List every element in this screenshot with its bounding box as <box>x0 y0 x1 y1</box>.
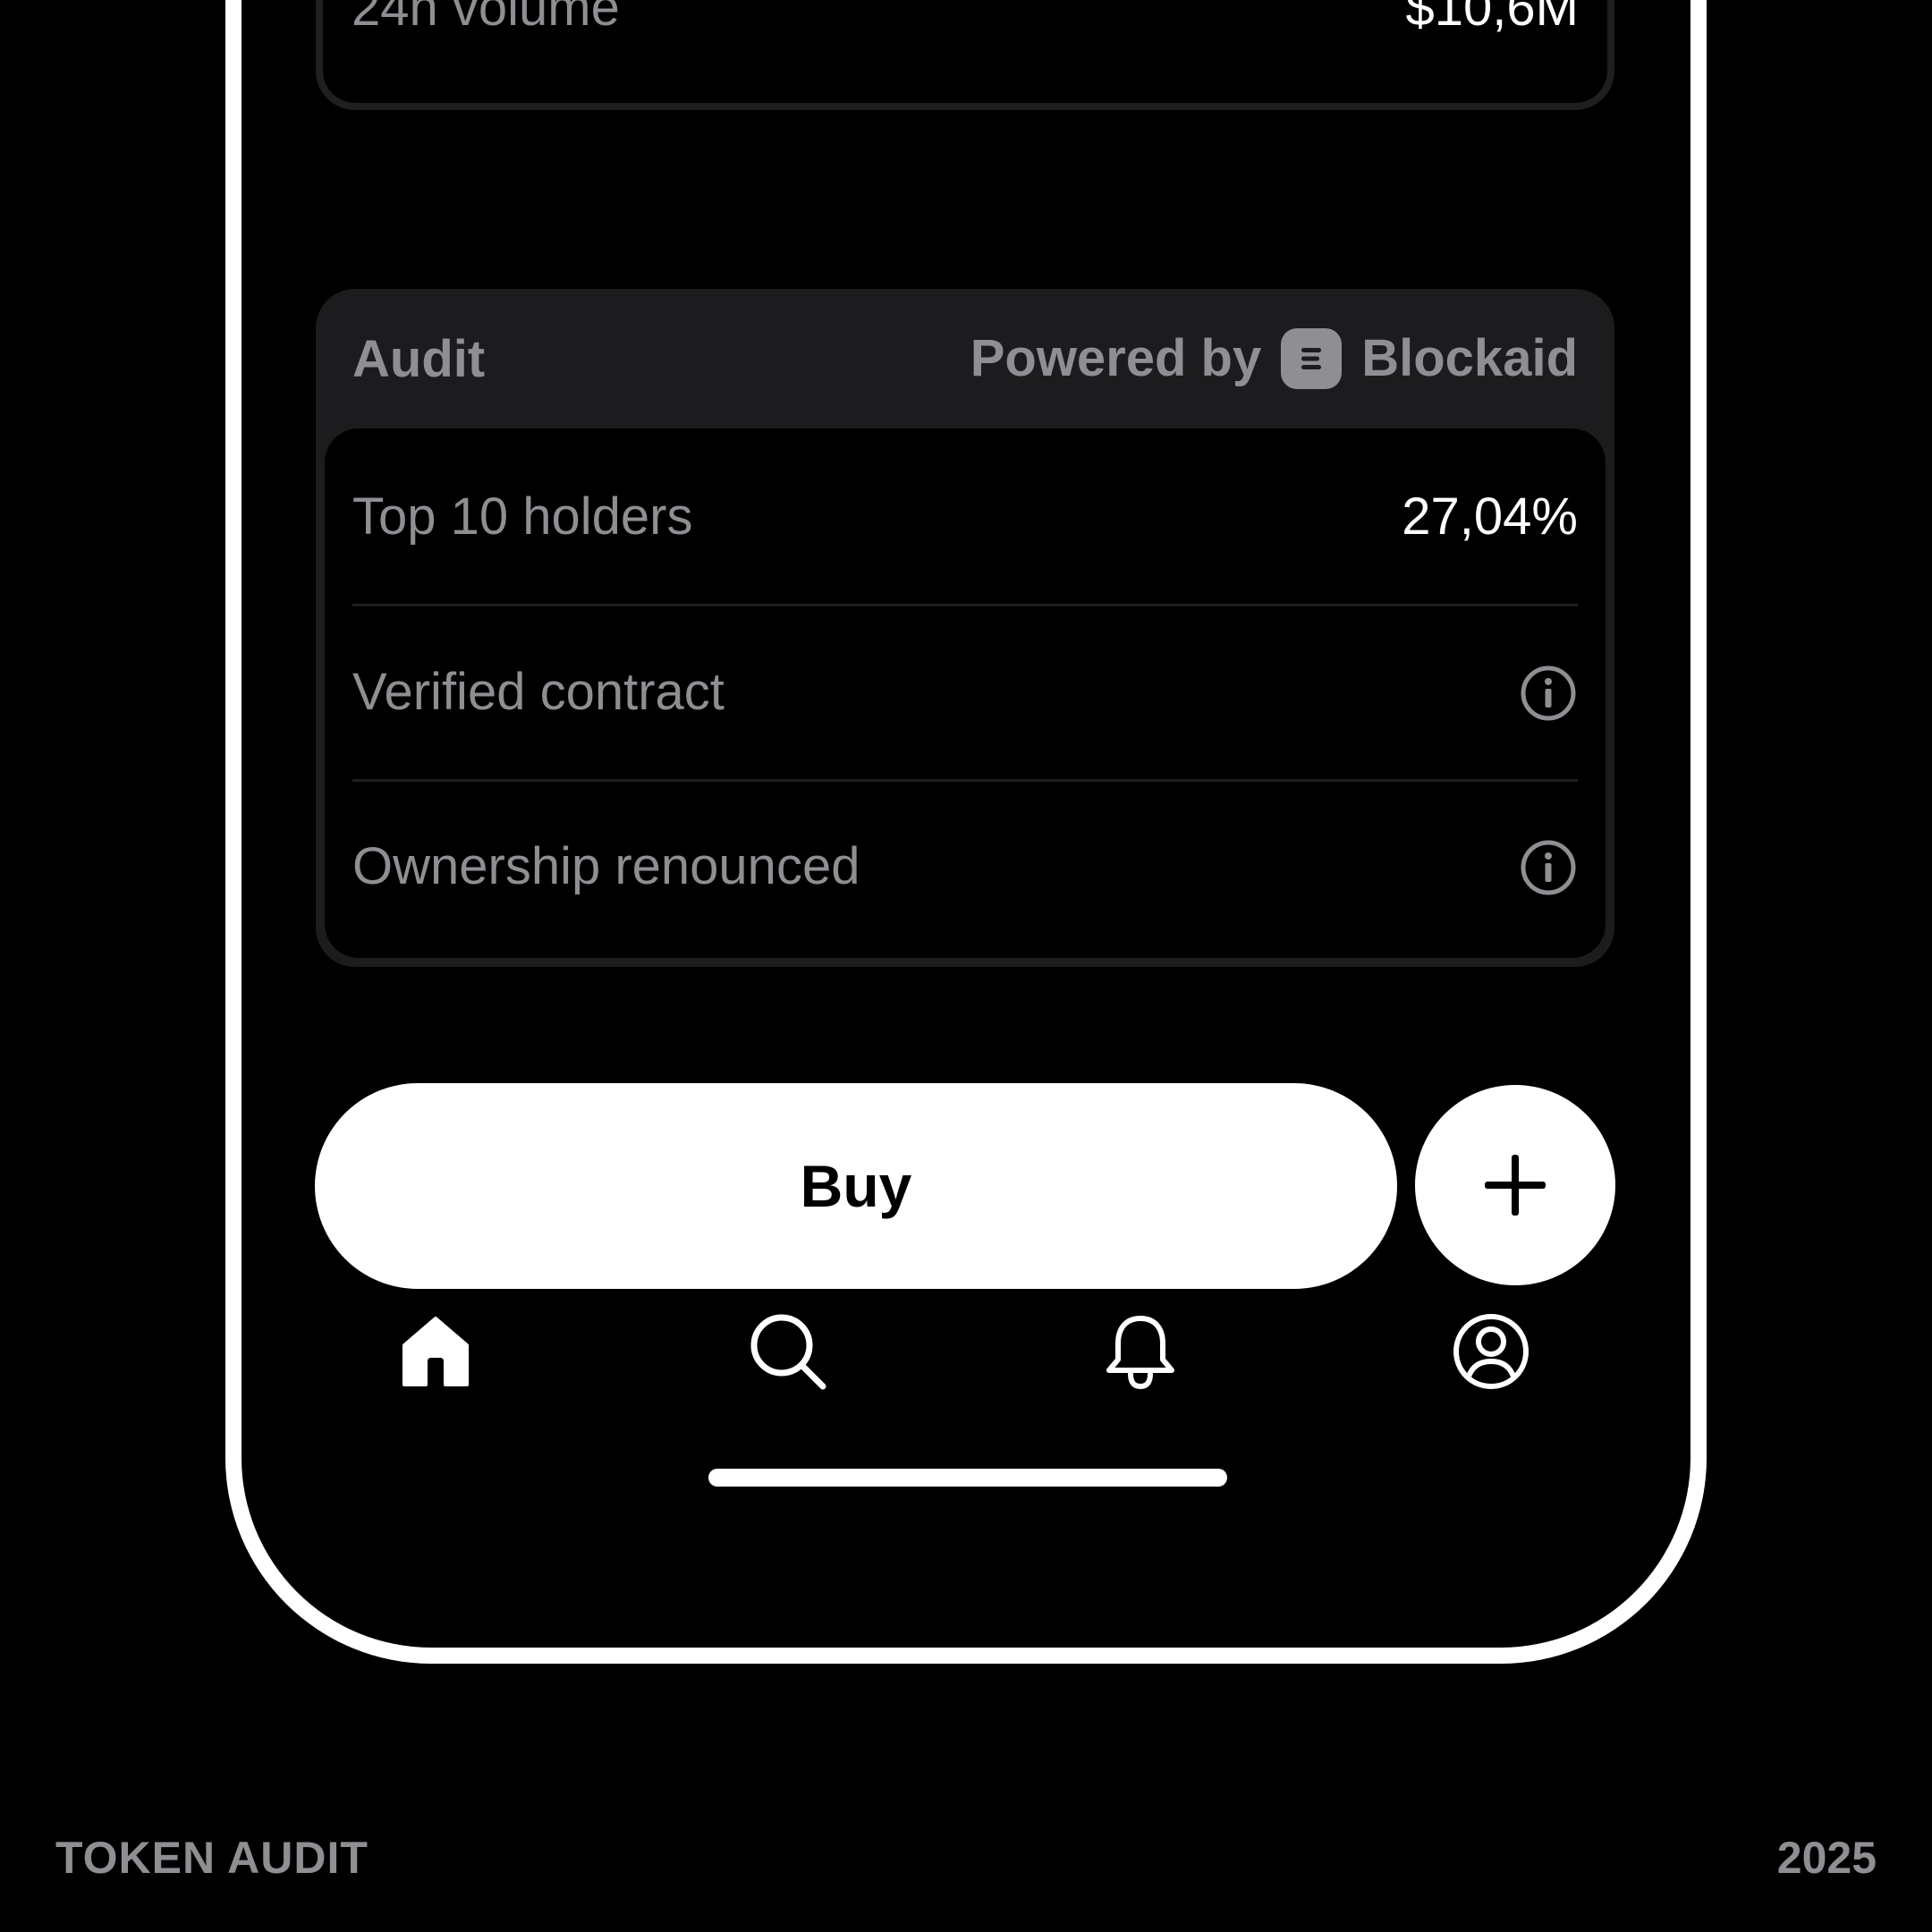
bell-icon[interactable] <box>1100 1311 1181 1392</box>
audit-row-value: 27,04% <box>1402 487 1578 546</box>
add-button[interactable] <box>1415 1085 1615 1285</box>
footer-title: TOKEN AUDIT <box>55 1833 369 1883</box>
volume-label: 24h volume <box>352 0 620 37</box>
audit-row-label: Verified contract <box>352 663 724 721</box>
audit-row-ownership-renounced[interactable]: Ownership renounced <box>325 782 1606 954</box>
search-icon[interactable] <box>748 1311 828 1392</box>
blockaid-logo-icon <box>1281 328 1343 389</box>
volume-value: $10,6M <box>1405 0 1579 37</box>
audit-list: Top 10 holders 27,04% Verified contract … <box>325 428 1606 958</box>
home-indicator[interactable] <box>708 1469 1227 1487</box>
info-icon[interactable] <box>1519 838 1578 897</box>
audit-row-top-holders[interactable]: Top 10 holders 27,04% <box>325 428 1606 604</box>
market-stats-card: 24h volume $10,6M <box>316 0 1614 110</box>
audit-row-verified-contract[interactable]: Verified contract <box>325 606 1606 779</box>
profile-icon[interactable] <box>1451 1311 1531 1392</box>
audit-title: Audit <box>352 330 486 388</box>
info-icon[interactable] <box>1519 664 1578 723</box>
powered-by-blockaid[interactable]: Powered by Blockaid <box>970 328 1578 389</box>
home-icon[interactable] <box>395 1311 476 1392</box>
provider-name: Blockaid <box>1361 329 1578 387</box>
plus-icon <box>1485 1155 1546 1216</box>
buy-button[interactable]: Buy <box>315 1083 1397 1289</box>
audit-card: Audit Powered by Blockaid Top 10 holders… <box>316 289 1614 967</box>
audit-row-label: Top 10 holders <box>352 487 693 546</box>
phone-frame: 24h volume $10,6M Audit Powered by Block… <box>225 0 1707 1664</box>
powered-by-label: Powered by <box>970 329 1262 387</box>
audit-row-label: Ownership renounced <box>352 837 860 895</box>
footer-year: 2025 <box>1776 1833 1877 1883</box>
